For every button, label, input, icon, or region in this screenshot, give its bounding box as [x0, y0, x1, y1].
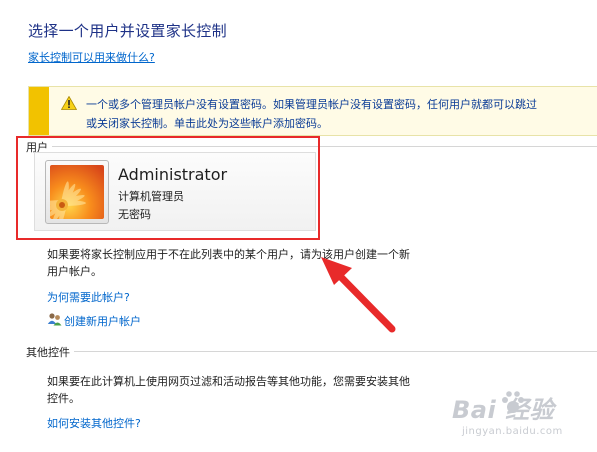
red-arrow [321, 257, 396, 333]
watermark-url: jingyan.baidu.com [462, 426, 563, 437]
baidu-paw-icon [502, 391, 524, 413]
baidu-watermark: Bai 经验 jingyan.baidu.com [450, 388, 597, 452]
